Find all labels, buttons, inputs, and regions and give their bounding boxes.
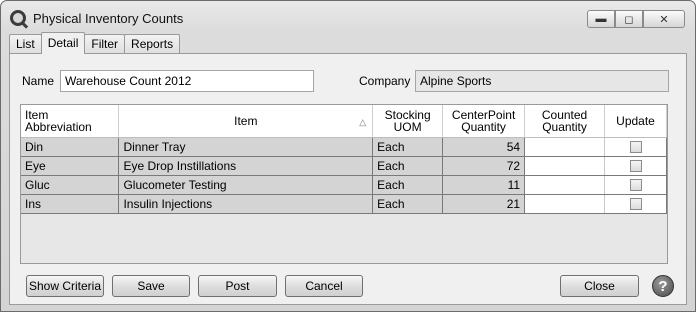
cell-update xyxy=(604,156,667,176)
post-button[interactable]: Post xyxy=(198,275,277,297)
col-header-stocking-uom[interactable]: Stocking UOM xyxy=(372,105,444,138)
main-window: Physical Inventory Counts ▬ ◻ ✕ List Det… xyxy=(0,0,696,312)
update-checkbox[interactable] xyxy=(629,160,642,173)
close-icon: ✕ xyxy=(659,13,669,26)
items-table: Item Abbreviation Item △ Stocking UOM Cent… xyxy=(21,105,667,214)
col-header-item-label: Item xyxy=(234,113,258,128)
cell-update xyxy=(604,175,667,195)
tab-detail[interactable]: Detail xyxy=(40,32,86,54)
cancel-button[interactable]: Cancel xyxy=(285,275,363,297)
window-controls: ▬ ◻ ✕ xyxy=(587,10,685,28)
cell-item[interactable]: Glucometer Testing xyxy=(118,175,374,195)
cell-stocking-uom[interactable]: Each xyxy=(372,175,444,195)
magnifier-icon xyxy=(10,10,26,26)
cell-item-abbreviation[interactable]: Gluc xyxy=(21,175,120,195)
cell-stocking-uom[interactable]: Each xyxy=(372,194,444,214)
update-checkbox[interactable] xyxy=(629,141,642,154)
cell-centerpoint-quantity[interactable]: 54 xyxy=(442,136,526,157)
tab-list[interactable]: List xyxy=(9,34,42,54)
name-label: Name xyxy=(22,74,55,88)
cell-item[interactable]: Eye Drop Instillations xyxy=(118,156,374,176)
tab-filter[interactable]: Filter xyxy=(84,34,126,54)
header-row: Item Abbreviation Item △ Stocking UOM Cent… xyxy=(21,105,667,138)
cell-update xyxy=(604,136,667,157)
update-checkbox[interactable] xyxy=(629,198,642,211)
maximize-icon: ◻ xyxy=(624,13,634,26)
cell-stocking-uom[interactable]: Each xyxy=(372,156,444,176)
company-field: Alpine Sports xyxy=(415,70,669,92)
maximize-button[interactable]: ◻ xyxy=(615,10,643,28)
col-header-centerpoint-quantity[interactable]: CenterPoint Quantity xyxy=(442,105,526,138)
sort-ascending-icon: △ xyxy=(359,117,367,127)
items-grid: Item Abbreviation Item △ Stocking UOM Cent… xyxy=(20,104,668,264)
table-row[interactable]: Din Dinner Tray Each 54 xyxy=(21,136,667,157)
save-button[interactable]: Save xyxy=(112,275,190,297)
tab-strip: List Detail Filter Reports xyxy=(9,32,181,54)
col-header-item[interactable]: Item △ xyxy=(118,105,374,138)
cell-centerpoint-quantity[interactable]: 11 xyxy=(442,175,526,195)
cell-counted-quantity[interactable] xyxy=(524,175,606,195)
detail-panel: Name Warehouse Count 2012 Company Alpine… xyxy=(9,53,687,305)
minimize-button[interactable]: ▬ xyxy=(587,10,615,28)
tab-reports[interactable]: Reports xyxy=(124,34,181,54)
cell-item-abbreviation[interactable]: Din xyxy=(21,136,120,157)
col-header-stocking-uom-line2: UOM xyxy=(393,119,422,134)
cell-item[interactable]: Insulin Injections xyxy=(118,194,374,214)
cell-counted-quantity[interactable] xyxy=(524,156,606,176)
table-row[interactable]: Eye Eye Drop Instillations Each 72 xyxy=(21,156,667,176)
show-criteria-button[interactable]: Show Criteria xyxy=(26,275,104,297)
close-window-button[interactable]: ✕ xyxy=(643,10,685,28)
close-button[interactable]: Close xyxy=(560,275,639,297)
cell-centerpoint-quantity[interactable]: 72 xyxy=(442,156,526,176)
cell-item[interactable]: Dinner Tray xyxy=(118,136,374,157)
minimize-icon: ▬ xyxy=(595,13,607,25)
col-header-cq-line2: Quantity xyxy=(542,119,587,134)
update-checkbox[interactable] xyxy=(629,179,642,192)
title-bar: Physical Inventory Counts ▬ ◻ ✕ xyxy=(1,1,695,33)
cell-counted-quantity[interactable] xyxy=(524,194,606,214)
cell-item-abbreviation[interactable]: Ins xyxy=(21,194,120,214)
table-row[interactable]: Gluc Glucometer Testing Each 11 xyxy=(21,175,667,195)
col-header-counted-quantity[interactable]: Counted Quantity xyxy=(524,105,606,138)
col-header-item-abbreviation[interactable]: Item Abbreviation xyxy=(21,105,120,138)
cell-item-abbreviation[interactable]: Eye xyxy=(21,156,120,176)
col-header-cpq-line2: Quantity xyxy=(461,119,506,134)
company-label: Company xyxy=(359,74,411,88)
help-icon[interactable]: ? xyxy=(652,275,674,297)
cell-counted-quantity[interactable] xyxy=(524,136,606,157)
col-header-update[interactable]: Update xyxy=(604,105,667,138)
cell-centerpoint-quantity[interactable]: 21 xyxy=(442,194,526,214)
window-title: Physical Inventory Counts xyxy=(33,11,184,26)
cell-update xyxy=(604,194,667,214)
name-field[interactable]: Warehouse Count 2012 xyxy=(60,70,314,92)
cell-stocking-uom[interactable]: Each xyxy=(372,136,444,157)
table-row[interactable]: Ins Insulin Injections Each 21 xyxy=(21,194,667,214)
